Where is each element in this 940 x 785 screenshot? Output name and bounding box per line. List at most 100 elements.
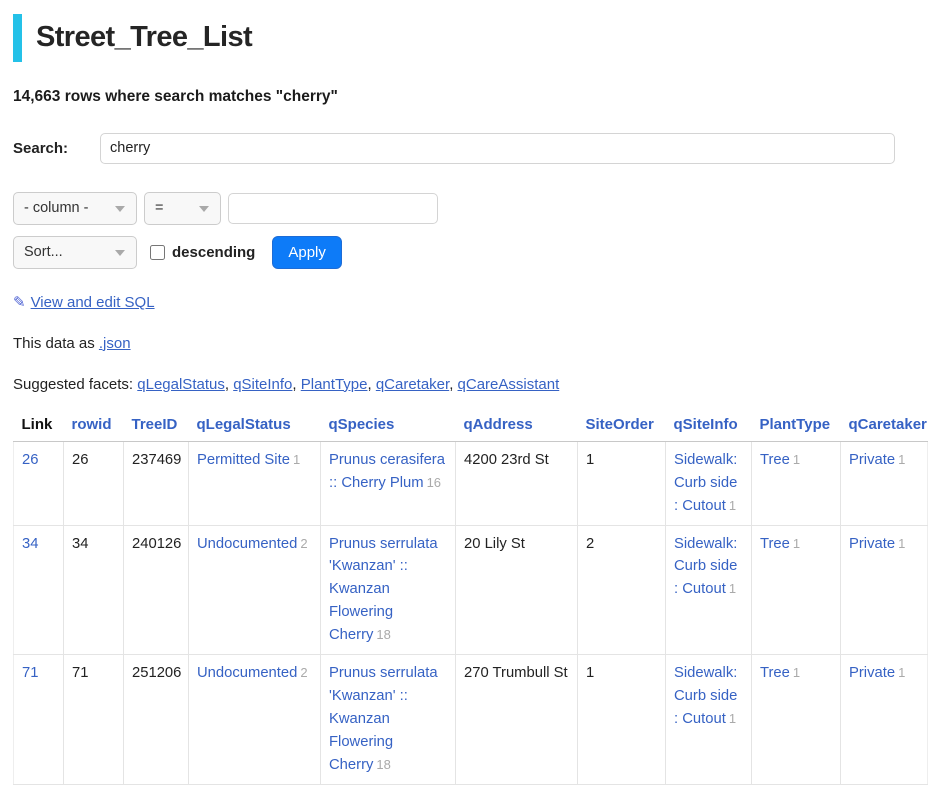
descending-label: descending (172, 244, 255, 261)
facet-link-qcaretaker[interactable]: qCaretaker (376, 376, 449, 393)
sort-by-qlegalstatus-link[interactable]: qLegalStatus (197, 416, 291, 433)
cell-qaddress: 270 Trumbull St (456, 655, 578, 785)
cell-qaddress: 4200 23rd St (456, 441, 578, 525)
sort-by-rowid-link[interactable]: rowid (72, 416, 112, 433)
facet-count: 1 (898, 536, 905, 551)
facet-value-link[interactable]: Permitted Site (197, 452, 290, 468)
row-detail-link[interactable]: 26 (22, 452, 38, 468)
data-as-prefix: This data as (13, 335, 95, 352)
filter-row: - column - = (13, 192, 927, 225)
row-detail-link[interactable]: 34 (22, 536, 38, 552)
facet-value-link[interactable]: Undocumented (197, 665, 297, 681)
cell-rowid: 71 (64, 655, 124, 785)
cell-treeid: 237469 (124, 441, 189, 525)
cell-link: 71 (14, 655, 64, 785)
cell-qspecies: Prunus cerasifera :: Cherry Plum16 (321, 441, 456, 525)
facet-link-qsiteinfo[interactable]: qSiteInfo (233, 376, 292, 393)
cell-planttype: Tree1 (752, 655, 841, 785)
facet-count: 1 (729, 498, 736, 513)
facet-value-link[interactable]: Sidewalk: Curb side : Cutout (674, 665, 737, 727)
facet-count: 16 (427, 475, 441, 490)
column-header-planttype: PlantType (752, 410, 841, 442)
facet-count: 18 (376, 627, 390, 642)
cell-rowid: 34 (64, 525, 124, 655)
facet-value-link[interactable]: Tree (760, 665, 790, 681)
facet-value-link[interactable]: Sidewalk: Curb side : Cutout (674, 452, 737, 514)
facet-link-planttype[interactable]: PlantType (301, 376, 368, 393)
filter-value-input[interactable] (228, 193, 438, 224)
page-container: Street_Tree_List 14,663 rows where searc… (0, 14, 940, 785)
facet-value-link[interactable]: Private (849, 665, 895, 681)
cell-qspecies: Prunus serrulata 'Kwanzan' :: Kwanzan Fl… (321, 525, 456, 655)
cell-link: 34 (14, 525, 64, 655)
sort-by-qaddress-link[interactable]: qAddress (464, 416, 533, 433)
column-header-qspecies: qSpecies (321, 410, 456, 442)
data-export-line: This data as .json (13, 335, 927, 352)
facet-separator: , (292, 376, 300, 393)
facet-value-link[interactable]: Sidewalk: Curb side : Cutout (674, 536, 737, 598)
sort-by-qcaretaker-link[interactable]: qCaretaker (849, 416, 927, 433)
cell-qsiteinfo: Sidewalk: Curb side : Cutout1 (666, 655, 752, 785)
column-header-qlegalstatus: qLegalStatus (189, 410, 321, 442)
sort-by-treeid-link[interactable]: TreeID (132, 416, 178, 433)
cell-link: 26 (14, 441, 64, 525)
table-row: 26 26 237469 Permitted Site1 Prunus cera… (14, 441, 928, 525)
facet-count: 2 (300, 536, 307, 551)
cell-rowid: 26 (64, 441, 124, 525)
filter-column-select[interactable]: - column - (13, 192, 137, 225)
cell-siteorder: 1 (578, 441, 666, 525)
row-detail-link[interactable]: 71 (22, 665, 38, 681)
column-header-rowid: rowid (64, 410, 124, 442)
cell-qlegalstatus: Undocumented2 (189, 525, 321, 655)
facet-link-qlegalstatus[interactable]: qLegalStatus (137, 376, 225, 393)
filter-operator-select[interactable]: = (144, 192, 221, 225)
facet-value-link[interactable]: Undocumented (197, 536, 297, 552)
cell-planttype: Tree1 (752, 441, 841, 525)
facet-count: 1 (898, 452, 905, 467)
facet-value-link[interactable]: Tree (760, 536, 790, 552)
pencil-icon: ✎ (13, 294, 26, 311)
column-header-qsiteinfo: qSiteInfo (666, 410, 752, 442)
cell-qlegalstatus: Undocumented2 (189, 655, 321, 785)
cell-siteorder: 1 (578, 655, 666, 785)
column-header-qcaretaker: qCaretaker (841, 410, 928, 442)
cell-qsiteinfo: Sidewalk: Curb side : Cutout1 (666, 525, 752, 655)
facet-count: 1 (729, 581, 736, 596)
search-input[interactable] (100, 133, 895, 164)
sort-by-siteorder-link[interactable]: SiteOrder (586, 416, 654, 433)
facet-value-link[interactable]: Private (849, 536, 895, 552)
facet-count: 1 (793, 536, 800, 551)
descending-checkbox[interactable] (150, 245, 165, 260)
column-header-siteorder: SiteOrder (578, 410, 666, 442)
search-label: Search: (13, 140, 100, 157)
table-row: 71 71 251206 Undocumented2 Prunus serrul… (14, 655, 928, 785)
cell-qspecies: Prunus serrulata 'Kwanzan' :: Kwanzan Fl… (321, 655, 456, 785)
sort-by-qsiteinfo-link[interactable]: qSiteInfo (674, 416, 738, 433)
facets-prefix: Suggested facets: (13, 376, 133, 393)
sort-select[interactable]: Sort... (13, 236, 137, 269)
apply-button[interactable]: Apply (272, 236, 342, 269)
sort-by-qspecies-link[interactable]: qSpecies (329, 416, 395, 433)
facet-count: 1 (898, 665, 905, 680)
cell-treeid: 240126 (124, 525, 189, 655)
view-edit-sql-link[interactable]: View and edit SQL (31, 294, 155, 311)
cell-siteorder: 2 (578, 525, 666, 655)
column-select-wrap: - column - (13, 192, 137, 225)
facet-count: 1 (729, 711, 736, 726)
cell-qlegalstatus: Permitted Site1 (189, 441, 321, 525)
cell-treeid: 251206 (124, 655, 189, 785)
json-export-link[interactable]: .json (99, 335, 131, 352)
edit-sql-line: ✎ View and edit SQL (13, 293, 927, 311)
rows-count-summary: 14,663 rows where search matches "cherry… (13, 88, 927, 106)
rows-table: Link rowid TreeID qLegalStatus qSpecies … (13, 410, 928, 785)
search-form: Search: (13, 133, 927, 164)
cell-planttype: Tree1 (752, 525, 841, 655)
page-title: Street_Tree_List (13, 14, 927, 62)
cell-qcaretaker: Private1 (841, 441, 928, 525)
facet-value-link[interactable]: Private (849, 452, 895, 468)
facet-link-qcareassistant[interactable]: qCareAssistant (458, 376, 560, 393)
facet-value-link[interactable]: Tree (760, 452, 790, 468)
cell-qsiteinfo: Sidewalk: Curb side : Cutout1 (666, 441, 752, 525)
facet-separator: , (225, 376, 233, 393)
sort-by-planttype-link[interactable]: PlantType (760, 416, 831, 433)
